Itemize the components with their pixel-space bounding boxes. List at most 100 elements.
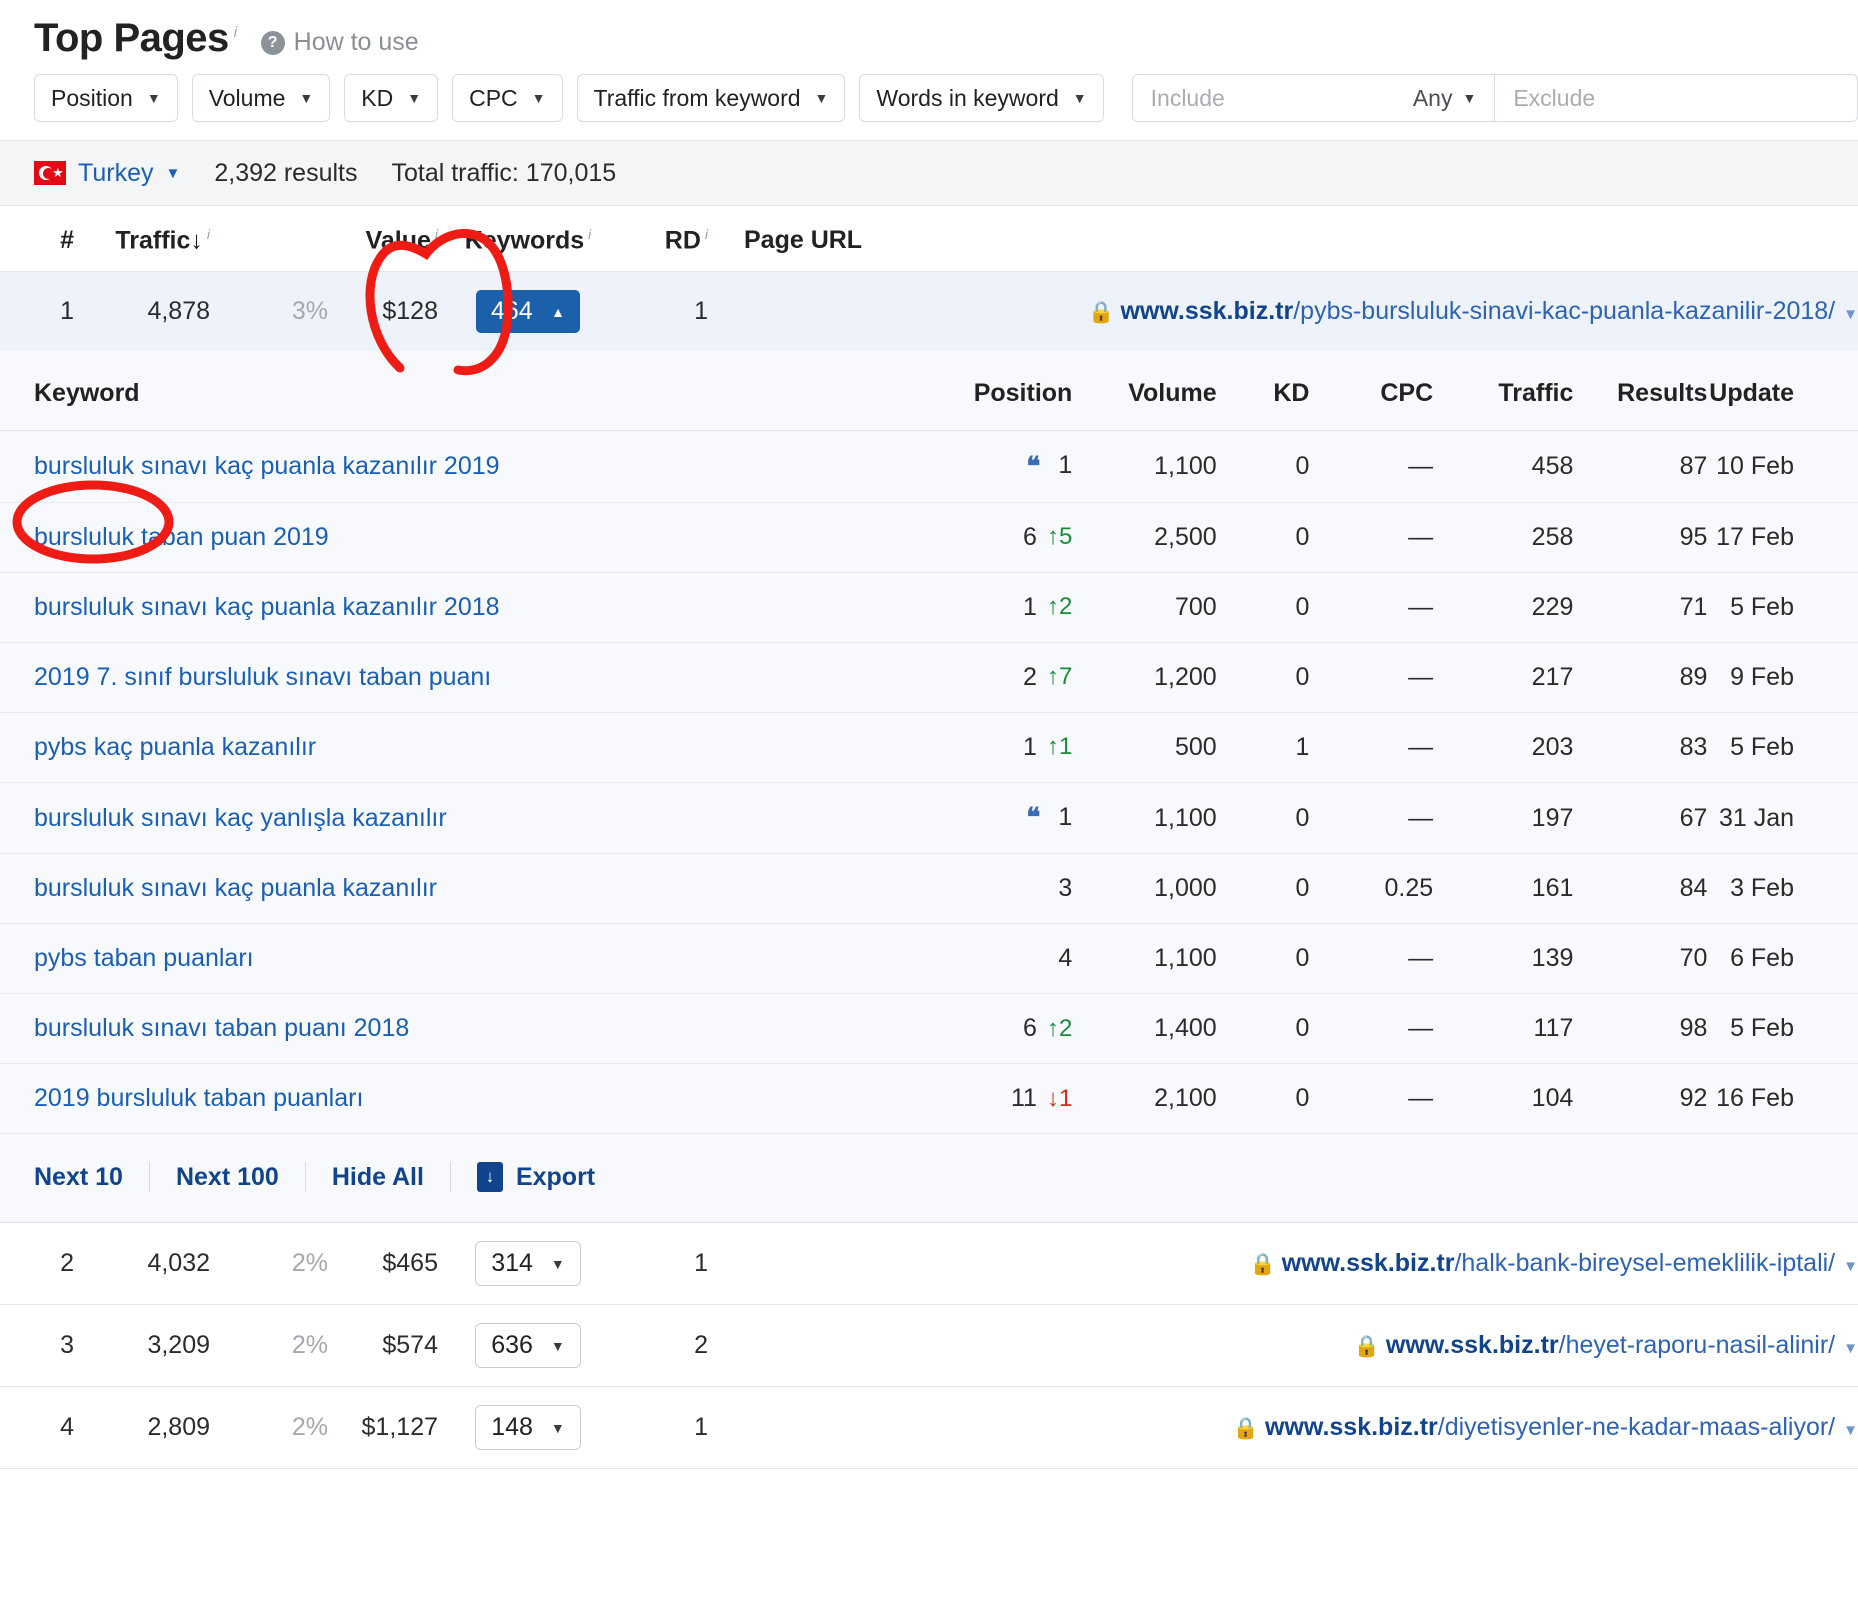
volume-cell: 2,100 (1072, 1063, 1217, 1135)
update-cell: 6 Feb (1707, 923, 1858, 995)
row-traffic-share: 3% (210, 271, 328, 352)
position-up-icon: ↑7 (1046, 663, 1073, 691)
include-field[interactable]: Include Any ▼ (1133, 75, 1496, 121)
export-button[interactable]: ↓ Export (476, 1162, 595, 1193)
update-cell: 5 Feb (1707, 993, 1858, 1065)
kd-cell: 0 (1216, 642, 1310, 713)
info-icon[interactable]: i (435, 226, 438, 242)
keyword-link[interactable]: bursluluk taban puan 2019 (34, 523, 329, 551)
results-cell: 92 (1573, 1063, 1708, 1135)
sort-down-icon: ↓ (190, 226, 203, 255)
info-icon[interactable]: i (705, 226, 708, 242)
keyword-row[interactable]: pybs taban puanları 4 1,100 0—139 70 6 Feb (0, 923, 1858, 995)
next-10-link[interactable]: Next 10 (34, 1163, 123, 1192)
kw-col-cpc[interactable]: CPC (1309, 351, 1434, 432)
keyword-link[interactable]: pybs taban puanları (34, 944, 254, 972)
filter-cpc[interactable]: CPC ▼ (452, 74, 563, 122)
keyword-link[interactable]: pybs kaç puanla kazanılır (34, 733, 316, 761)
position-up-icon: ↑2 (1046, 593, 1073, 621)
keyword-table: Keyword Position Volume KD CPC Traffic R… (0, 351, 1858, 1135)
chevron-down-icon[interactable]: ▼ (1843, 1258, 1858, 1275)
chevron-down-icon[interactable]: ▼ (1843, 306, 1858, 323)
row-rd: 2 (618, 1304, 708, 1388)
keywords-expand-button[interactable]: 636 ▼ (475, 1323, 581, 1369)
keyword-row[interactable]: bursluluk sınavı kaç yanlışla kazanılır ❝… (0, 782, 1858, 855)
info-icon[interactable]: i (207, 226, 210, 242)
kd-cell: 0 (1216, 502, 1310, 573)
chevron-down-icon: ▼ (550, 1337, 565, 1354)
exclude-field[interactable]: Exclude (1495, 75, 1857, 121)
update-cell: 9 Feb (1707, 642, 1858, 713)
col-keywords[interactable]: Keywords i (438, 206, 618, 273)
next-100-link[interactable]: Next 100 (176, 1163, 279, 1192)
kd-cell: 1 (1216, 712, 1310, 783)
row-traffic: 4,878 (74, 271, 210, 352)
row-page-url[interactable]: 🔒 www.ssk.biz.tr/diyetisyenler-ne-kadar-m… (708, 1386, 1858, 1470)
position-cell: 6 ↑2 (907, 993, 1073, 1065)
kw-col-results[interactable]: Results (1573, 351, 1708, 432)
kw-col-update[interactable]: Update (1707, 351, 1858, 432)
table-row[interactable]: 1 4,878 3% $128 464 ▲ 1 🔒 www.ssk.biz.tr/… (0, 271, 1858, 352)
keywords-expand-button[interactable]: 314 ▼ (475, 1241, 581, 1287)
keyword-link[interactable]: bursluluk sınavı kaç puanla kazanılır (34, 874, 437, 902)
row-page-url[interactable]: 🔒 www.ssk.biz.tr/heyet-raporu-nasil-alini… (708, 1304, 1858, 1388)
table-row[interactable]: 2 4,032 2% $465 314 ▼ 1 🔒 www.ssk.biz.tr/halk-ba… (0, 1223, 1858, 1306)
keyword-link[interactable]: bursluluk sınavı kaç puanla kazanılır 20… (34, 593, 500, 621)
chevron-down-icon[interactable]: ▼ (1843, 1340, 1858, 1357)
chevron-down-icon: ▼ (1072, 90, 1087, 106)
position-cell: 6 ↑5 (907, 502, 1073, 573)
keyword-cell: bursluluk sınavı kaç puanla kazanılır 20… (0, 572, 908, 643)
update-cell: 16 Feb (1707, 1063, 1858, 1135)
include-mode-label[interactable]: Any (1413, 85, 1453, 112)
keyword-row[interactable]: pybs kaç puanla kazanılır 1 ↑1 500 1—203 83 5 … (0, 712, 1858, 783)
kw-col-position[interactable]: Position (907, 351, 1073, 432)
how-to-use-link[interactable]: ? How to use (260, 28, 419, 57)
exclude-placeholder: Exclude (1513, 84, 1596, 111)
keyword-row[interactable]: 2019 bursluluk taban puanları 11 ↓1 2,100 0—… (0, 1063, 1858, 1135)
chevron-down-icon[interactable]: ▼ (1843, 1422, 1858, 1439)
keywords-expand-button[interactable]: 148 ▼ (475, 1405, 581, 1451)
table-row[interactable]: 3 3,209 2% $574 636 ▼ 2 🔒 www.ssk.biz.tr/heyet-r… (0, 1304, 1858, 1388)
col-value[interactable]: Value i (328, 206, 438, 273)
keyword-link[interactable]: 2019 7. sınıf bursluluk sınavı taban pua… (34, 663, 491, 691)
keyword-row[interactable]: bursluluk sınavı kaç puanla kazanılır 20… (0, 572, 1858, 643)
kw-col-volume[interactable]: Volume (1072, 351, 1217, 432)
country-selector[interactable]: ★ Turkey ▼ (34, 159, 180, 188)
keyword-link[interactable]: bursluluk sınavı kaç yanlışla kazanılır (34, 804, 447, 832)
chevron-down-icon[interactable]: ▼ (1462, 91, 1476, 105)
row-page-url[interactable]: 🔒 www.ssk.biz.tr/halk-bank-bireysel-emekl… (708, 1223, 1858, 1306)
keyword-row[interactable]: bursluluk taban puan 2019 6 ↑5 2,500 0—258 95… (0, 502, 1858, 573)
position-cell: ❝ 1 (907, 430, 1073, 503)
col-rd[interactable]: RD i (618, 206, 708, 273)
keyword-row[interactable]: bursluluk sınavı kaç puanla kazanılır 3 1,… (0, 853, 1858, 925)
row-page-url[interactable]: 🔒 www.ssk.biz.tr/pybs-bursluluk-sinavi-ka… (708, 271, 1858, 352)
filter-volume[interactable]: Volume ▼ (191, 74, 331, 122)
keyword-link[interactable]: bursluluk sınavı kaç puanla kazanılır 20… (34, 452, 500, 480)
hide-all-link[interactable]: Hide All (332, 1163, 424, 1192)
kw-col-traffic[interactable]: Traffic (1433, 351, 1574, 432)
filter-kd[interactable]: KD ▼ (344, 74, 439, 122)
kw-col-kd[interactable]: KD (1216, 351, 1310, 432)
keyword-cell: bursluluk sınavı kaç puanla kazanılır (0, 853, 908, 925)
position-value: 1 (1023, 592, 1037, 621)
filter-traffic-from-keyword[interactable]: Traffic from keyword ▼ (576, 74, 846, 122)
kw-col-keyword[interactable]: Keyword (0, 351, 908, 432)
keywords-expand-button[interactable]: 464 ▲ (476, 290, 580, 334)
keyword-row[interactable]: bursluluk sınavı taban puanı 2018 6 ↑2 1,40… (0, 993, 1858, 1065)
keyword-cell: bursluluk sınavı kaç puanla kazanılır 20… (0, 430, 908, 503)
keyword-row[interactable]: 2019 7. sınıf bursluluk sınavı taban pua… (0, 642, 1858, 713)
keyword-link[interactable]: bursluluk sınavı taban puanı 2018 (34, 1014, 409, 1042)
results-cell: 87 (1573, 430, 1708, 503)
chevron-down-icon: ▼ (165, 164, 181, 182)
row-index: 2 (0, 1223, 74, 1306)
table-row[interactable]: 4 2,809 2% $1,127 148 ▼ 1 🔒 www.ssk.biz.tr/diyet… (0, 1386, 1858, 1470)
cpc-cell: — (1309, 502, 1434, 573)
filter-words-in-keyword[interactable]: Words in keyword ▼ (859, 74, 1104, 122)
filter-position[interactable]: Position ▼ (34, 74, 178, 122)
info-icon[interactable]: i (588, 226, 591, 242)
keyword-row[interactable]: bursluluk sınavı kaç puanla kazanılır 20… (0, 430, 1858, 503)
page-title-info-icon[interactable]: i (234, 24, 237, 41)
results-cell: 98 (1573, 993, 1708, 1065)
keyword-link[interactable]: 2019 bursluluk taban puanları (34, 1084, 363, 1112)
col-traffic[interactable]: Traffic↓ i (74, 206, 210, 273)
